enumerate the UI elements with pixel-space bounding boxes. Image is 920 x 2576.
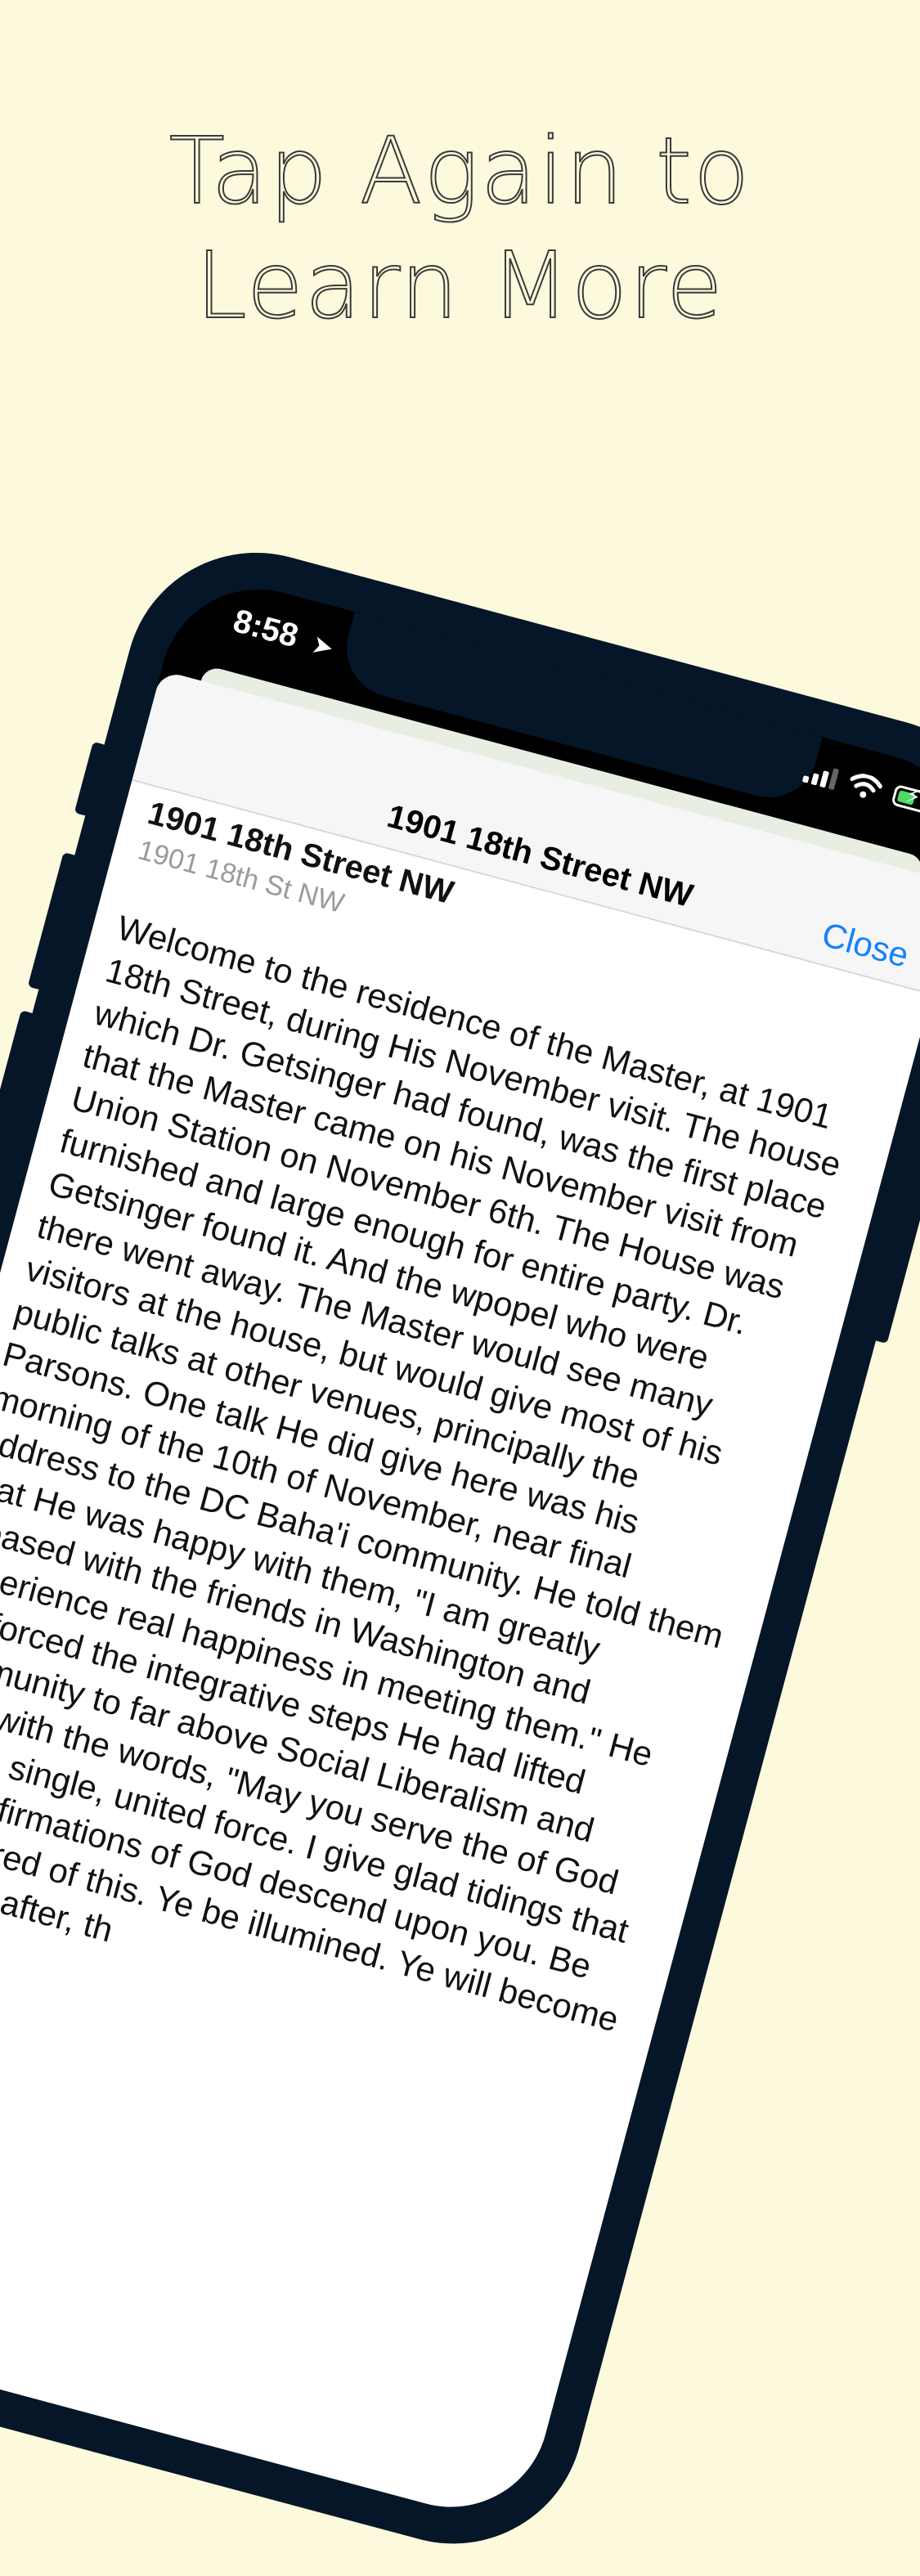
headline: Tap Again to Learn More — [0, 114, 920, 343]
cellular-signal-icon — [801, 760, 840, 791]
location-detail-sheet: 1901 18th Street NW Close 1901 18th Stre… — [0, 670, 920, 2529]
status-time-text: 8:58 — [229, 603, 303, 655]
status-bar-icons: ⚡ — [801, 759, 920, 817]
phone-screen: 8:58 ➤ ⚡ 1901 18th Street NW Close 1901 … — [0, 567, 920, 2529]
close-button[interactable]: Close — [818, 915, 913, 976]
place-description: Welcome to the residence of the Master, … — [0, 908, 846, 2040]
phone-mockup: 8:58 ➤ ⚡ 1901 18th Street NW Close 1901 … — [0, 523, 920, 2574]
location-arrow-icon: ➤ — [310, 631, 336, 661]
charging-bolt-icon: ⚡ — [903, 783, 920, 811]
battery-charging-icon: ⚡ — [891, 783, 920, 816]
phone-frame: 8:58 ➤ ⚡ 1901 18th Street NW Close 1901 … — [0, 523, 920, 2574]
wifi-icon — [850, 774, 883, 798]
headline-line-1: Tap Again to — [168, 118, 752, 226]
headline-line-2: Learn More — [195, 232, 725, 340]
status-bar-time: 8:58 ➤ — [229, 603, 337, 665]
